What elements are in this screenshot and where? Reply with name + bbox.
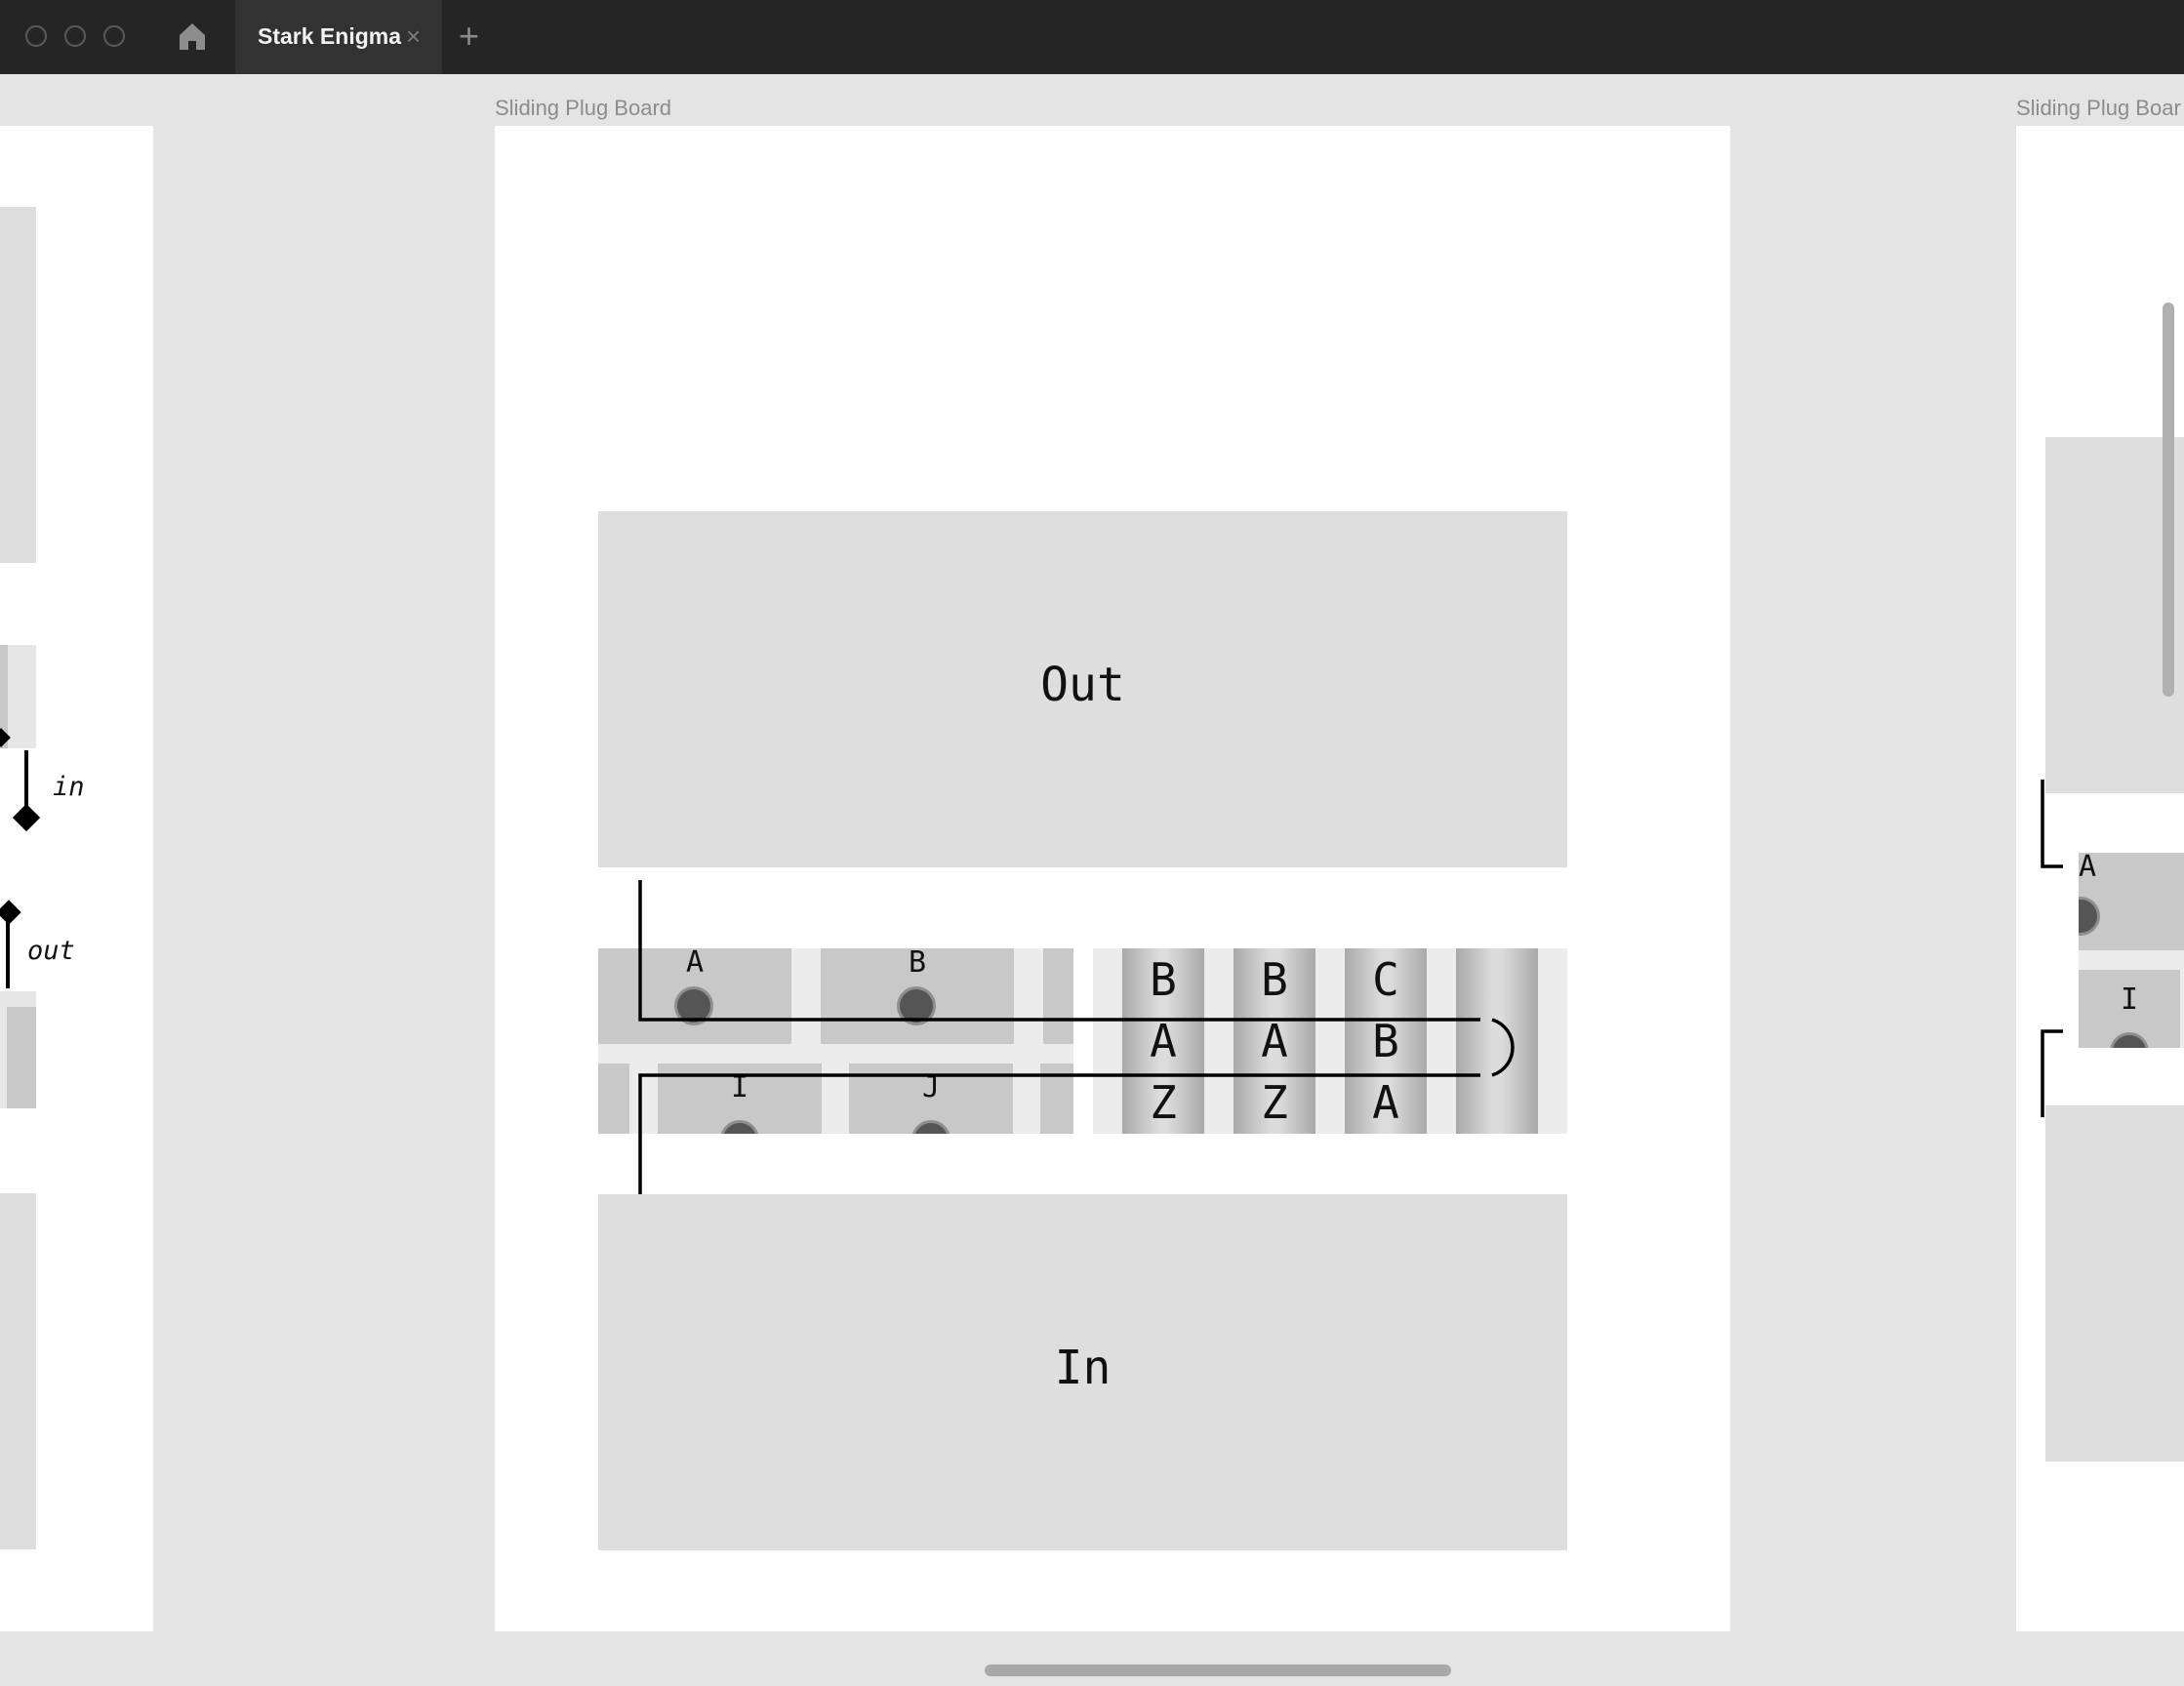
tab-close-icon[interactable]: × [406,21,421,51]
frame-left[interactable]: in out [0,126,153,1631]
left-port-diagram [0,728,41,988]
frame-right[interactable]: A I [2016,126,2184,1631]
frame-sliding-plug-board[interactable]: Out A B I J B A Z B A Z C B A In [495,126,1730,1631]
home-icon[interactable] [176,20,209,53]
close-window-button[interactable] [25,25,47,47]
port-out-label: out [27,936,75,966]
right-signal-path [2041,780,2063,1117]
minimize-window-button[interactable] [64,25,86,47]
port-in-label: in [53,772,85,802]
title-bar: Stark Enigma × + [0,0,2184,74]
tab-stark-enigma[interactable]: Stark Enigma × [235,0,442,74]
in-label: In [1054,1341,1112,1395]
tab-title: Stark Enigma [258,23,401,49]
horizontal-scrollbar[interactable] [985,1665,1451,1676]
frame-label[interactable]: Sliding Plug Board [495,96,671,121]
maximize-window-button[interactable] [103,25,125,47]
new-tab-button[interactable]: + [459,18,479,55]
frame-label-right[interactable]: Sliding Plug Boar [2016,96,2181,121]
vertical-scrollbar[interactable] [2163,302,2174,697]
in-block: In [598,1194,1567,1550]
